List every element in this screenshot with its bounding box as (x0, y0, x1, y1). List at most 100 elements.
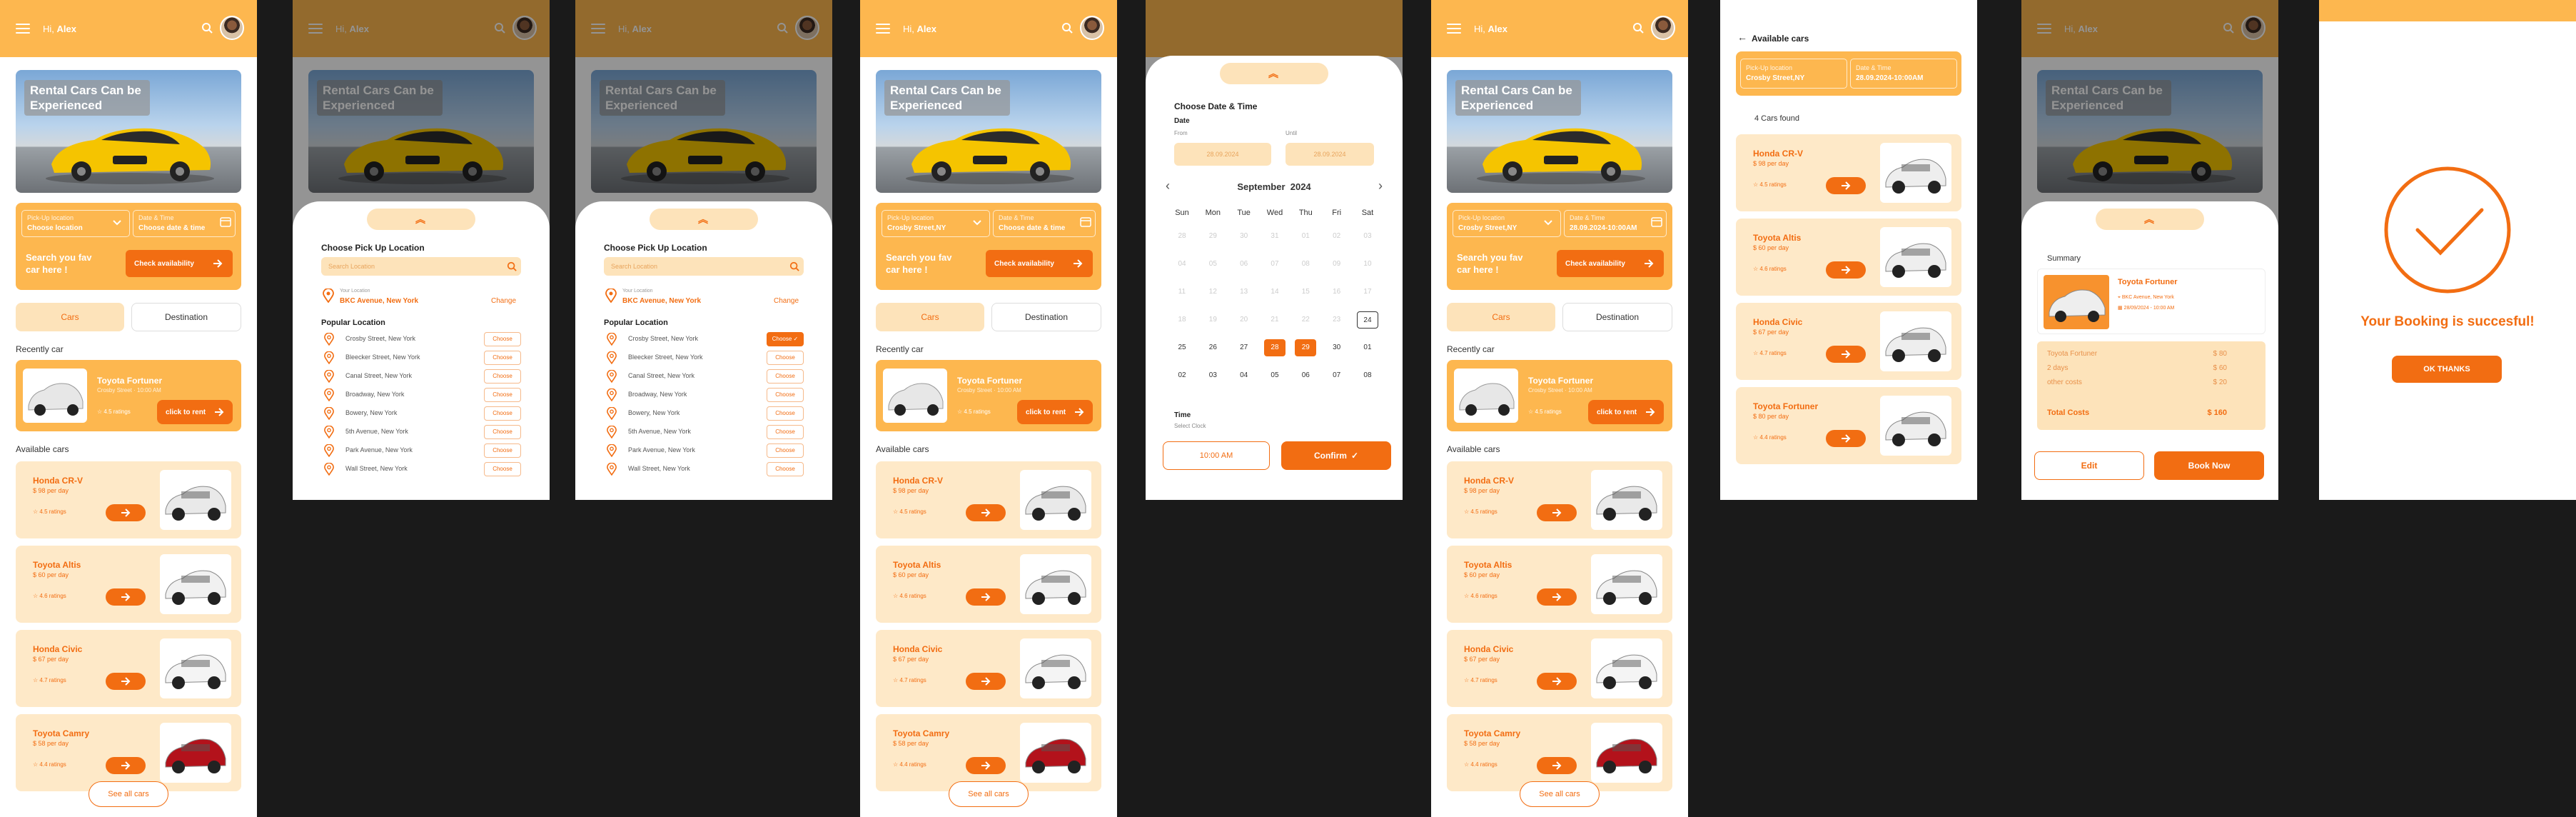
calendar-day[interactable]: 30 (1326, 339, 1348, 356)
tab-cars[interactable]: Cars (876, 303, 984, 331)
choose-location-button[interactable]: Choose (767, 351, 804, 365)
car-card[interactable]: Toyota Altis $ 60 per day ☆ 4.6 ratings (16, 546, 241, 623)
choose-location-button[interactable]: Choose (484, 351, 521, 365)
sheet-handle[interactable]: ︽ (1220, 63, 1328, 84)
choose-location-button[interactable]: Choose (767, 443, 804, 458)
location-row[interactable]: Bleecker Street, New York Choose (607, 350, 804, 366)
calendar-day[interactable]: 07 (1264, 256, 1286, 273)
choose-location-button[interactable]: Choose (484, 388, 521, 402)
date-select[interactable] (1850, 59, 1957, 89)
location-row[interactable]: Park Avenue, New York Choose (324, 443, 521, 458)
calendar-day[interactable]: 31 (1264, 228, 1286, 245)
car-go-button[interactable] (1826, 430, 1866, 447)
check-availability-button[interactable]: Check availability (126, 250, 233, 277)
car-card[interactable]: Toyota Altis $ 60 per day ☆ 4.6 ratings (1447, 546, 1672, 623)
recent-car-card[interactable]: Toyota Fortuner Crosby Street · 10:00 AM… (876, 360, 1101, 431)
tab-cars[interactable]: Cars (1447, 303, 1555, 331)
menu-icon[interactable] (876, 24, 890, 34)
car-go-button[interactable] (966, 504, 1006, 521)
ok-thanks-button[interactable]: OK THANKS (2392, 356, 2502, 383)
book-now-button[interactable]: Book Now (2154, 451, 2264, 480)
choose-location-button[interactable]: Choose (484, 425, 521, 439)
location-row[interactable]: Broadway, New York Choose (607, 387, 804, 403)
calendar-day[interactable]: 03 (1202, 367, 1223, 384)
calendar-day[interactable]: 17 (1357, 284, 1378, 301)
menu-icon[interactable] (16, 24, 30, 34)
calendar-day[interactable]: 25 (1171, 339, 1193, 356)
car-card[interactable]: Toyota Fortuner $ 80 per day ☆ 4.4 ratings (1736, 387, 1961, 464)
change-location-button[interactable]: Change (774, 297, 799, 305)
confirm-button[interactable]: Confirm ✓ (1281, 441, 1391, 470)
search-icon[interactable] (1061, 22, 1073, 34)
car-go-button[interactable] (106, 588, 146, 606)
location-search-input[interactable]: Search Location (604, 257, 804, 276)
car-card[interactable]: Honda Civic $ 67 per day ☆ 4.7 ratings (876, 630, 1101, 707)
car-go-button[interactable] (966, 588, 1006, 606)
calendar-day[interactable]: 28 (1171, 228, 1193, 245)
calendar-day[interactable]: 27 (1233, 339, 1255, 356)
location-search-input[interactable]: Search Location (321, 257, 521, 276)
recent-car-card[interactable]: Toyota Fortuner Crosby Street · 10:00 AM… (1447, 360, 1672, 431)
car-go-button[interactable] (1537, 757, 1577, 774)
calendar-day[interactable]: 10 (1357, 256, 1378, 273)
location-row[interactable]: Wall Street, New York Choose (324, 461, 521, 477)
calendar-day[interactable]: 05 (1264, 367, 1286, 384)
rent-button[interactable]: click to rent (157, 400, 233, 424)
location-row[interactable]: Bleecker Street, New York Choose (324, 350, 521, 366)
sheet-handle[interactable]: ︽ (650, 209, 758, 230)
choose-location-button[interactable]: Choose (767, 369, 804, 384)
car-card[interactable]: Toyota Camry $ 58 per day ☆ 4.4 ratings (16, 714, 241, 791)
calendar-day[interactable]: 16 (1326, 284, 1348, 301)
until-date-field[interactable]: 28.09.2024 (1286, 143, 1374, 166)
calendar-day[interactable]: 04 (1171, 256, 1193, 273)
calendar-day[interactable]: 22 (1295, 311, 1316, 329)
calendar-day[interactable]: 24 (1356, 311, 1378, 329)
choose-location-button[interactable]: Choose (484, 443, 521, 458)
car-card[interactable]: Toyota Camry $ 58 per day ☆ 4.4 ratings (876, 714, 1101, 791)
calendar-day[interactable]: 01 (1357, 339, 1378, 356)
calendar-day[interactable]: 05 (1202, 256, 1223, 273)
calendar-day[interactable]: 28 (1263, 339, 1286, 356)
tab-cars[interactable]: Cars (16, 303, 124, 331)
location-row[interactable]: Wall Street, New York Choose (607, 461, 804, 477)
chevron-right-icon[interactable]: › (1378, 179, 1383, 194)
calendar-day[interactable]: 13 (1233, 284, 1255, 301)
calendar-day[interactable]: 18 (1171, 311, 1193, 329)
calendar-day[interactable]: 08 (1295, 256, 1316, 273)
location-row[interactable]: 5th Avenue, New York Choose (607, 424, 804, 440)
calendar-day[interactable]: 02 (1326, 228, 1348, 245)
choose-location-button[interactable]: Choose (484, 462, 521, 476)
see-all-button[interactable]: See all cars (89, 781, 168, 807)
car-card[interactable]: Toyota Altis $ 60 per day ☆ 4.6 ratings (1736, 219, 1961, 296)
calendar-day[interactable]: 09 (1326, 256, 1348, 273)
avatar[interactable] (1651, 16, 1675, 40)
tab-destination[interactable]: Destination (1562, 303, 1672, 331)
avatar[interactable] (1080, 16, 1104, 40)
calendar-day[interactable]: 06 (1295, 367, 1316, 384)
see-all-button[interactable]: See all cars (1520, 781, 1600, 807)
calendar-day[interactable]: 02 (1171, 367, 1193, 384)
edit-button[interactable]: Edit (2034, 451, 2144, 480)
avatar[interactable] (220, 16, 244, 40)
tab-destination[interactable]: Destination (131, 303, 241, 331)
calendar-day[interactable]: 14 (1264, 284, 1286, 301)
calendar-day[interactable]: 03 (1357, 228, 1378, 245)
location-row[interactable]: Bowery, New York Choose (607, 406, 804, 421)
calendar-day[interactable]: 01 (1295, 228, 1316, 245)
car-go-button[interactable] (106, 673, 146, 690)
sheet-handle[interactable]: ︽ (367, 209, 475, 230)
car-card[interactable]: Honda Civic $ 67 per day ☆ 4.7 ratings (16, 630, 241, 707)
car-go-button[interactable] (1826, 261, 1866, 279)
search-icon[interactable] (1632, 22, 1644, 34)
choose-location-button[interactable]: Choose (484, 406, 521, 421)
see-all-button[interactable]: See all cars (949, 781, 1029, 807)
calendar-day[interactable]: 07 (1326, 367, 1348, 384)
calendar-day[interactable]: 26 (1202, 339, 1223, 356)
calendar-day[interactable]: 29 (1202, 228, 1223, 245)
location-row[interactable]: Crosby Street, New York Choose (324, 331, 521, 347)
calendar-day[interactable]: 06 (1233, 256, 1255, 273)
car-card[interactable]: Honda Civic $ 67 per day ☆ 4.7 ratings (1736, 303, 1961, 380)
calendar-day[interactable]: 21 (1264, 311, 1286, 329)
car-card[interactable]: Toyota Camry $ 58 per day ☆ 4.4 ratings (1447, 714, 1672, 791)
car-go-button[interactable] (1826, 177, 1866, 194)
